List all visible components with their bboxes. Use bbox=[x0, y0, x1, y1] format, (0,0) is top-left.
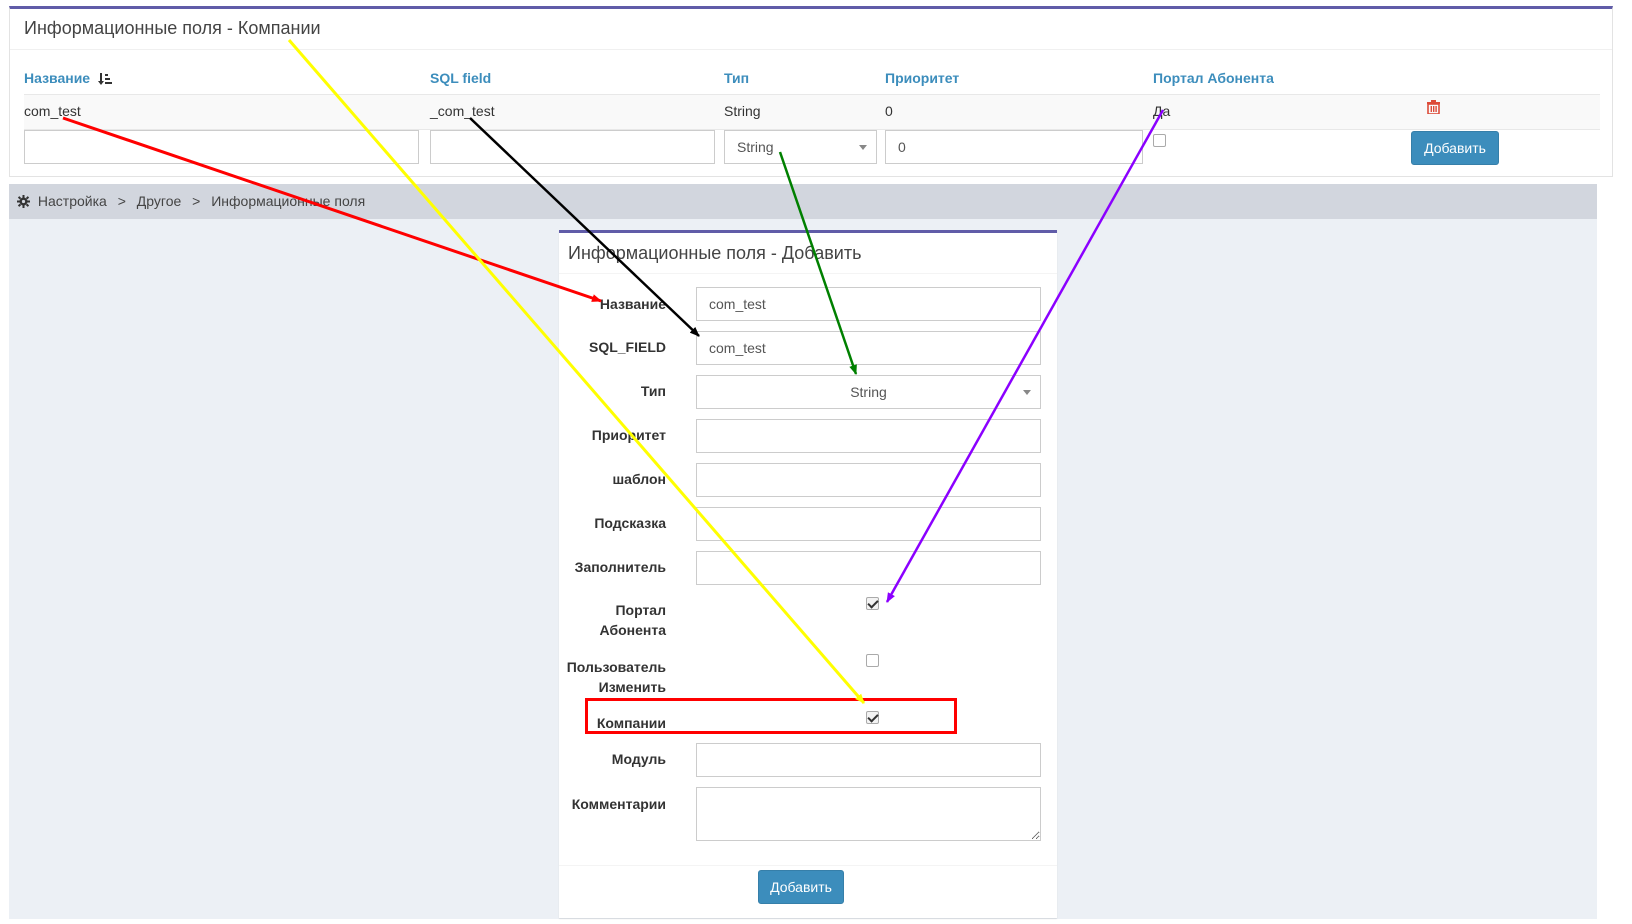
breadcrumb: Настройка > Другое > Информационные поля bbox=[9, 184, 1597, 219]
panel-title: Информационные поля - Компании bbox=[24, 18, 321, 38]
caret-down-icon bbox=[1023, 390, 1031, 395]
type-select-value: String bbox=[850, 384, 887, 400]
cell-portal: Да bbox=[1153, 103, 1171, 119]
label-name: Название bbox=[599, 296, 666, 312]
new-type-select[interactable]: String bbox=[724, 130, 877, 164]
user-edit-checkbox[interactable] bbox=[866, 654, 879, 667]
label-sql-field: SQL_FIELD bbox=[588, 339, 666, 355]
template-input[interactable] bbox=[696, 463, 1041, 497]
label-filler: Заполнитель bbox=[574, 559, 666, 575]
type-select[interactable]: String bbox=[696, 375, 1041, 409]
breadcrumb-item-settings[interactable]: Настройка bbox=[38, 193, 107, 209]
cell-type: String bbox=[724, 103, 761, 119]
label-portal-line2: Абонента bbox=[599, 622, 666, 638]
breadcrumb-item-info-fields: Информационные поля bbox=[211, 193, 366, 209]
panel-divider bbox=[10, 49, 1612, 50]
form-divider bbox=[559, 273, 1057, 274]
column-header-sql-field[interactable]: SQL field bbox=[430, 70, 491, 86]
highlight-box-companies bbox=[585, 698, 957, 734]
module-input[interactable] bbox=[696, 743, 1041, 777]
company-fields-panel: Информационные поля - Компании Название … bbox=[9, 6, 1613, 177]
breadcrumb-item-other[interactable]: Другое bbox=[137, 193, 181, 209]
trash-icon[interactable] bbox=[1427, 100, 1440, 114]
label-user-edit-line1: Пользователь bbox=[566, 659, 666, 675]
form-title: Информационные поля - Добавить bbox=[568, 243, 862, 263]
table-row bbox=[24, 94, 1600, 130]
label-portal-line1: Портал bbox=[615, 602, 666, 618]
new-type-select-value: String bbox=[737, 139, 774, 155]
label-template: шаблон bbox=[612, 471, 666, 487]
caret-down-icon bbox=[859, 145, 867, 150]
filler-input[interactable] bbox=[696, 551, 1041, 585]
gear-icon bbox=[17, 195, 30, 208]
column-header-name-label: Название bbox=[24, 70, 91, 86]
cell-name: com_test bbox=[24, 103, 81, 119]
sql-field-input[interactable] bbox=[696, 331, 1041, 365]
label-priority: Приоритет bbox=[591, 427, 666, 443]
add-field-button[interactable]: Добавить bbox=[758, 870, 844, 904]
column-header-type[interactable]: Тип bbox=[724, 70, 749, 86]
new-priority-input[interactable] bbox=[885, 130, 1143, 164]
add-field-form: Информационные поля - Добавить Название … bbox=[559, 230, 1057, 918]
sort-ascending-icon bbox=[97, 73, 112, 86]
new-sql-field-input[interactable] bbox=[430, 130, 715, 164]
name-input[interactable] bbox=[696, 287, 1041, 321]
hint-input[interactable] bbox=[696, 507, 1041, 541]
label-hint: Подсказка bbox=[594, 515, 666, 531]
breadcrumb-separator: > bbox=[117, 193, 126, 209]
comments-textarea[interactable] bbox=[696, 787, 1041, 841]
label-user-edit-line2: Изменить bbox=[598, 679, 666, 695]
cell-priority: 0 bbox=[885, 103, 893, 119]
label-portal: Портал Абонента bbox=[600, 600, 666, 640]
portal-checkbox[interactable] bbox=[866, 597, 879, 610]
column-header-priority[interactable]: Приоритет bbox=[885, 70, 959, 86]
new-name-input[interactable] bbox=[24, 130, 419, 164]
label-comments: Комментарии bbox=[571, 796, 666, 812]
priority-input[interactable] bbox=[696, 419, 1041, 453]
label-user-edit: Пользователь Изменить bbox=[567, 657, 666, 697]
add-row-button[interactable]: Добавить bbox=[1411, 131, 1499, 165]
column-header-name[interactable]: Название bbox=[24, 70, 112, 86]
form-footer-divider bbox=[559, 865, 1057, 866]
label-type: Тип bbox=[640, 383, 666, 399]
cell-sql-field: _com_test bbox=[430, 103, 495, 119]
new-portal-checkbox[interactable] bbox=[1153, 134, 1166, 147]
column-header-portal[interactable]: Портал Абонента bbox=[1153, 70, 1274, 86]
label-module: Модуль bbox=[611, 751, 666, 767]
breadcrumb-separator: > bbox=[192, 193, 201, 209]
